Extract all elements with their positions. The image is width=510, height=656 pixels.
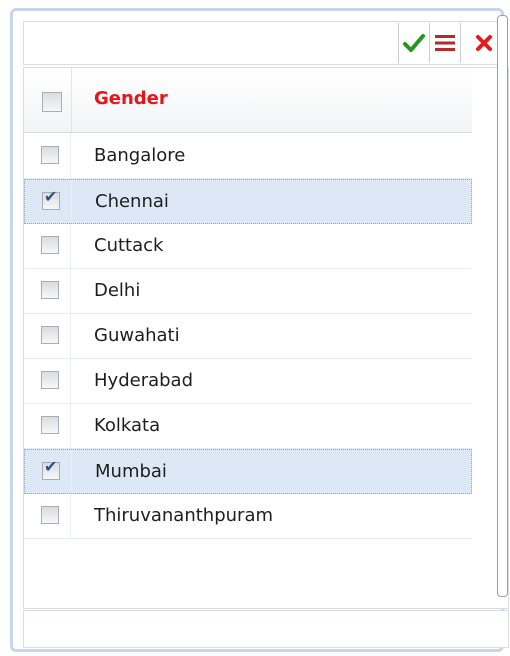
menu-icon	[435, 35, 455, 51]
list-item[interactable]: Thiruvananthpuram	[24, 494, 472, 539]
filter-panel: Gender Bangalore ✔ Chennai Cuttack Delhi Guwa…	[10, 8, 509, 652]
header-checkbox-cell	[24, 68, 72, 132]
row-checkbox[interactable]	[41, 236, 59, 254]
row-label: Guwahati	[94, 325, 180, 346]
row-checkbox[interactable]	[41, 416, 59, 434]
grid-rows: Bangalore ✔ Chennai Cuttack Delhi Guwahati Hyd…	[24, 134, 472, 539]
option-grid: Gender Bangalore ✔ Chennai Cuttack Delhi Guwa…	[23, 67, 509, 609]
list-item[interactable]: Kolkata	[24, 404, 472, 449]
row-label: Delhi	[94, 280, 141, 301]
list-item[interactable]: Delhi	[24, 269, 472, 314]
row-checkbox-cell	[24, 404, 71, 448]
row-label: Chennai	[95, 191, 169, 212]
row-checkbox[interactable]	[41, 371, 59, 389]
menu-button[interactable]	[429, 23, 460, 63]
row-checkbox-cell	[24, 224, 71, 268]
row-checkbox[interactable]	[41, 281, 59, 299]
column-header-label: Gender	[94, 88, 168, 109]
row-label: Mumbai	[95, 461, 167, 482]
row-label: Hyderabad	[94, 370, 193, 391]
row-checkbox-cell	[24, 494, 71, 538]
select-all-checkbox[interactable]	[42, 92, 62, 112]
row-label: Bangalore	[94, 145, 186, 166]
row-checkbox[interactable]	[41, 146, 59, 164]
confirm-button[interactable]	[398, 23, 429, 63]
row-checkbox[interactable]: ✔	[42, 187, 60, 210]
list-item[interactable]: Guwahati	[24, 314, 472, 359]
close-icon	[476, 35, 492, 51]
vertical-scrollbar[interactable]	[497, 15, 508, 597]
row-checkbox[interactable]	[41, 506, 59, 524]
row-checkbox[interactable]	[41, 326, 59, 344]
row-label: Kolkata	[94, 415, 161, 436]
checkmark-icon: ✔	[44, 457, 58, 476]
checkmark-icon: ✔	[44, 187, 58, 206]
grid-header: Gender	[24, 68, 472, 133]
row-checkbox[interactable]: ✔	[42, 457, 60, 480]
filter-toolbar	[23, 21, 505, 65]
row-checkbox-cell: ✔	[25, 180, 72, 223]
list-item[interactable]: Cuttack	[24, 224, 472, 269]
list-item[interactable]: ✔ Chennai	[24, 179, 472, 224]
list-item[interactable]: Hyderabad	[24, 359, 472, 404]
row-checkbox-cell: ✔	[25, 450, 72, 493]
row-checkbox-cell	[24, 314, 71, 358]
row-label: Thiruvananthpuram	[94, 505, 274, 526]
filter-footer	[23, 610, 509, 648]
row-checkbox-cell	[24, 269, 71, 313]
row-checkbox-cell	[24, 134, 71, 178]
row-label: Cuttack	[94, 235, 164, 256]
list-item[interactable]: ✔ Mumbai	[24, 449, 472, 494]
checkmark-icon	[403, 34, 425, 52]
list-item[interactable]: Bangalore	[24, 134, 472, 179]
row-checkbox-cell	[24, 359, 71, 403]
